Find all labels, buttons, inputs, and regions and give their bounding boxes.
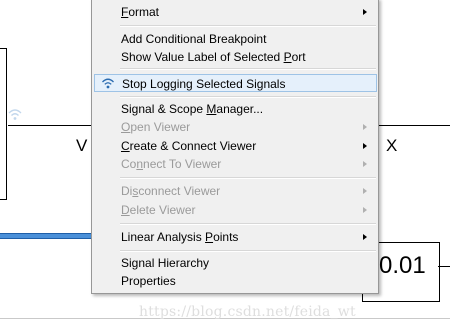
menu-item-signal-hierarchy[interactable]: Signal Hierarchy <box>94 254 377 272</box>
watermark: https://blog.csdn.net/feida_wt <box>139 304 356 320</box>
menu-separator <box>120 25 376 27</box>
display-port-line <box>438 266 450 267</box>
selected-signal-line[interactable] <box>0 233 94 239</box>
menu-item-create-connect-viewer[interactable]: Create & Connect Viewer <box>94 137 377 155</box>
submenu-arrow-icon <box>363 161 367 167</box>
signal-line-top[interactable] <box>8 125 92 126</box>
submenu-arrow-icon <box>363 9 367 15</box>
menu-item-linear-analysis-points[interactable]: Linear Analysis Points <box>94 228 377 246</box>
menu-item-delete-viewer[interactable]: Delete Viewer <box>94 201 377 219</box>
menu-separator <box>120 96 376 98</box>
submenu-arrow-icon <box>363 124 367 130</box>
menu-separator <box>120 250 376 252</box>
menu-separator <box>120 68 376 70</box>
menu-item-properties[interactable]: Properties <box>94 272 377 290</box>
menu-item-add-conditional-breakpoint[interactable]: Add Conditional Breakpoint <box>94 30 377 48</box>
menu-item-connect-to-viewer[interactable]: Connect To Viewer <box>94 155 377 173</box>
menu-separator <box>120 223 376 225</box>
logging-indicator-icon <box>8 109 22 120</box>
display-value: 0.01 <box>379 252 426 279</box>
menu-separator <box>120 177 376 179</box>
submenu-arrow-icon <box>363 143 367 149</box>
submenu-arrow-icon <box>363 188 367 194</box>
menu-item-stop-logging[interactable]: Stop Logging Selected Signals <box>94 74 377 92</box>
subsystem-block[interactable] <box>0 48 7 200</box>
menu-item-disconnect-viewer[interactable]: Disconnect Viewer <box>94 182 377 200</box>
context-menu: Format Add Conditional Breakpoint Show V… <box>91 0 379 294</box>
menu-item-show-value-label[interactable]: Show Value Label of Selected Port <box>94 48 377 66</box>
submenu-arrow-icon <box>363 207 367 213</box>
port-label-v: V <box>76 136 88 155</box>
port-label-x: X <box>386 136 398 155</box>
wifi-icon <box>102 78 114 89</box>
menu-item-signal-scope-manager[interactable]: Signal & Scope Manager... <box>94 100 377 118</box>
menu-item-open-viewer[interactable]: Open Viewer <box>94 118 377 136</box>
submenu-arrow-icon <box>363 234 367 240</box>
signal-line-right[interactable] <box>378 125 450 126</box>
menu-item-format[interactable]: Format <box>94 3 377 21</box>
